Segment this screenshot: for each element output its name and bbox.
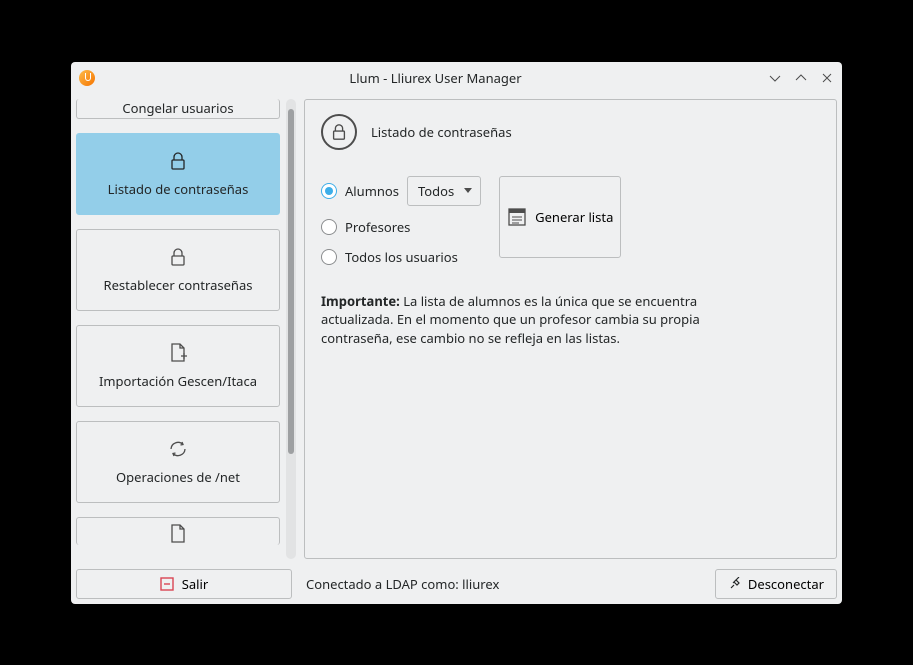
main-panel: Listado de contraseñas Alumnos Todos bbox=[304, 99, 837, 559]
radio-label: Alumnos bbox=[345, 182, 399, 200]
lock-icon bbox=[167, 246, 189, 268]
sidebar-scrollbar[interactable] bbox=[286, 99, 296, 559]
sidebar-item-partial[interactable] bbox=[76, 517, 280, 545]
note-label: Importante: bbox=[321, 292, 400, 310]
sync-icon bbox=[167, 438, 189, 460]
chevron-down-icon bbox=[464, 188, 472, 193]
sidebar-item-label: Congelar usuarios bbox=[122, 99, 233, 117]
panel-title: Listado de contraseñas bbox=[371, 123, 512, 141]
radio-profesores[interactable]: Profesores bbox=[321, 218, 481, 236]
sidebar-item-reset-passwords[interactable]: Restablecer contraseñas bbox=[76, 229, 280, 311]
sidebar-item-label: Operaciones de /net bbox=[116, 468, 240, 486]
maximize-button[interactable] bbox=[794, 71, 808, 85]
footer: Salir Conectado a LDAP como: lliurex Des… bbox=[71, 564, 842, 604]
plug-icon bbox=[728, 577, 742, 591]
sidebar: Congelar usuarios Listado de contraseñas… bbox=[76, 99, 283, 559]
scrollbar-thumb[interactable] bbox=[288, 109, 294, 454]
radio-label: Profesores bbox=[345, 218, 410, 236]
sidebar-item-label: Importación Gescen/Itaca bbox=[99, 372, 257, 390]
radio-todos[interactable]: Todos los usuarios bbox=[321, 248, 481, 266]
document-plus-icon bbox=[167, 342, 189, 364]
radio-icon bbox=[321, 249, 337, 265]
sidebar-item-password-list[interactable]: Listado de contraseñas bbox=[76, 133, 280, 215]
radio-label: Todos los usuarios bbox=[345, 248, 458, 266]
radio-icon bbox=[321, 219, 337, 235]
radio-icon bbox=[321, 183, 337, 199]
important-note: Importante: La lista de alumnos es la ún… bbox=[321, 292, 721, 349]
disconnect-button[interactable]: Desconectar bbox=[715, 569, 837, 599]
list-icon bbox=[507, 207, 527, 227]
connection-status: Conectado a LDAP como: lliurex bbox=[302, 575, 705, 593]
button-label: Generar lista bbox=[535, 208, 613, 226]
sidebar-item-label: Listado de contraseñas bbox=[108, 180, 249, 198]
radio-alumnos[interactable]: Alumnos Todos bbox=[321, 176, 481, 206]
exit-button[interactable]: Salir bbox=[76, 569, 292, 599]
group-select[interactable]: Todos bbox=[407, 176, 481, 206]
exit-icon bbox=[160, 577, 174, 591]
button-label: Desconectar bbox=[748, 575, 824, 593]
titlebar: Llum - Lliurex User Manager bbox=[71, 62, 842, 94]
window-title: Llum - Lliurex User Manager bbox=[103, 69, 768, 87]
sidebar-item-import-gescen[interactable]: Importación Gescen/Itaca bbox=[76, 325, 280, 407]
sidebar-item-freeze-users[interactable]: Congelar usuarios bbox=[76, 99, 280, 119]
generate-list-button[interactable]: Generar lista bbox=[499, 176, 621, 258]
sidebar-item-label: Restablecer contraseñas bbox=[104, 276, 253, 294]
lock-icon bbox=[167, 150, 189, 172]
close-button[interactable] bbox=[820, 71, 834, 85]
minimize-button[interactable] bbox=[768, 71, 782, 85]
button-label: Salir bbox=[182, 575, 209, 593]
app-window: Llum - Lliurex User Manager Congelar usu… bbox=[71, 62, 842, 604]
select-value: Todos bbox=[418, 182, 454, 200]
app-icon bbox=[79, 70, 95, 86]
document-icon bbox=[167, 523, 189, 545]
sidebar-item-net-operations[interactable]: Operaciones de /net bbox=[76, 421, 280, 503]
lock-icon bbox=[321, 114, 357, 150]
